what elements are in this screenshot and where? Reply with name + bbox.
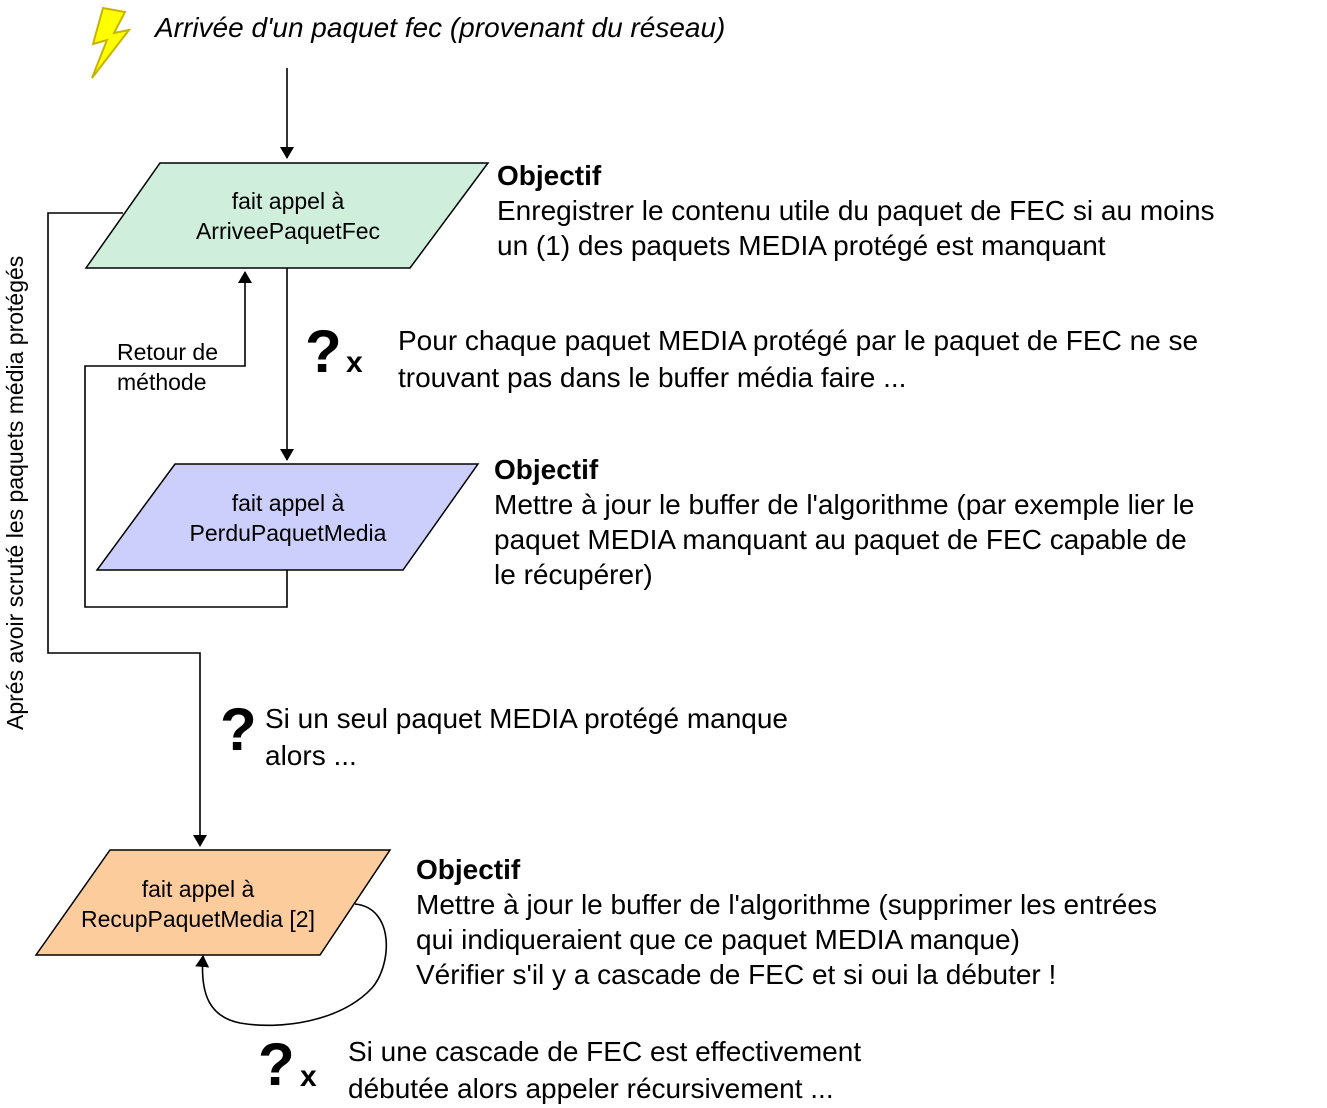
objective-line: Enregistrer le contenu utile du paquet d… [497,195,1215,226]
recup-label: fait appel à RecupPaquetMedia [2] [60,874,336,934]
objective-line: un (1) des paquets MEDIA protégé est man… [497,230,1106,261]
arrivee-label: fait appel à ArriveePaquetFec [150,186,426,246]
perdu-label: fait appel à PerduPaquetMedia [150,488,426,548]
objective-line: paquet MEDIA manquant au paquet de FEC c… [494,524,1187,555]
objective-line: Mettre à jour le buffer de l'algorithme … [416,889,1157,920]
question-mark-icon: ? [220,696,257,763]
objective-heading: Objectif [416,854,521,885]
objective-line: qui indiqueraient que ce paquet MEDIA ma… [416,924,1020,955]
condition-line: trouvant pas dans le buffer média faire … [398,362,907,393]
arrivee-label-line2: ArriveePaquetFec [195,218,381,244]
objective-perdu: Objectif Mettre à jour le buffer de l'al… [494,452,1195,592]
condition-line: Si une cascade de FEC est effectivement [348,1036,862,1067]
objective-line: le récupérer) [494,559,653,590]
return-label: Retour de méthode [117,337,218,397]
objective-heading: Objectif [494,454,599,485]
condition-cascade: Si une cascade de FEC est effectivement … [348,1033,861,1107]
condition-line: débutée alors appeler récursivement ... [348,1073,834,1104]
objective-line: Mettre à jour le buffer de l'algorithme … [494,489,1195,520]
loop-x-marker: x [346,346,363,379]
recup-label-line2: RecupPaquetMedia [2] [81,906,315,932]
return-label-line1: Retour de [117,339,219,365]
objective-arrivee: Objectif Enregistrer le contenu utile du… [497,158,1215,263]
condition-single-missing: Si un seul paquet MEDIA protégé manque a… [265,700,788,774]
perdu-label-line2: PerduPaquetMedia [189,520,387,546]
objective-recup: Objectif Mettre à jour le buffer de l'al… [416,852,1157,992]
condition-line: Si un seul paquet MEDIA protégé manque [265,703,789,734]
vertical-scan-label: Aprés avoir scruté les paquets média pro… [2,255,28,730]
question-mark-icon: ? [258,1031,295,1098]
condition-loop-media: Pour chaque paquet MEDIA protégé par le … [398,322,1198,396]
condition-line: alors ... [265,740,357,771]
objective-heading: Objectif [497,160,602,191]
objective-line: Vérifier s'il y a cascade de FEC et si o… [416,959,1057,990]
recup-label-line1: fait appel à [141,876,255,902]
return-label-line2: méthode [117,369,207,395]
loop-x-marker: x [300,1060,317,1093]
question-mark-icon: ? [305,318,342,385]
condition-line: Pour chaque paquet MEDIA protégé par le … [398,325,1199,356]
lightning-bolt-icon [91,6,132,79]
event-title: Arrivée d'un paquet fec (provenant du ré… [155,12,726,43]
arrivee-label-line1: fait appel à [231,188,345,214]
perdu-label-line1: fait appel à [231,490,345,516]
